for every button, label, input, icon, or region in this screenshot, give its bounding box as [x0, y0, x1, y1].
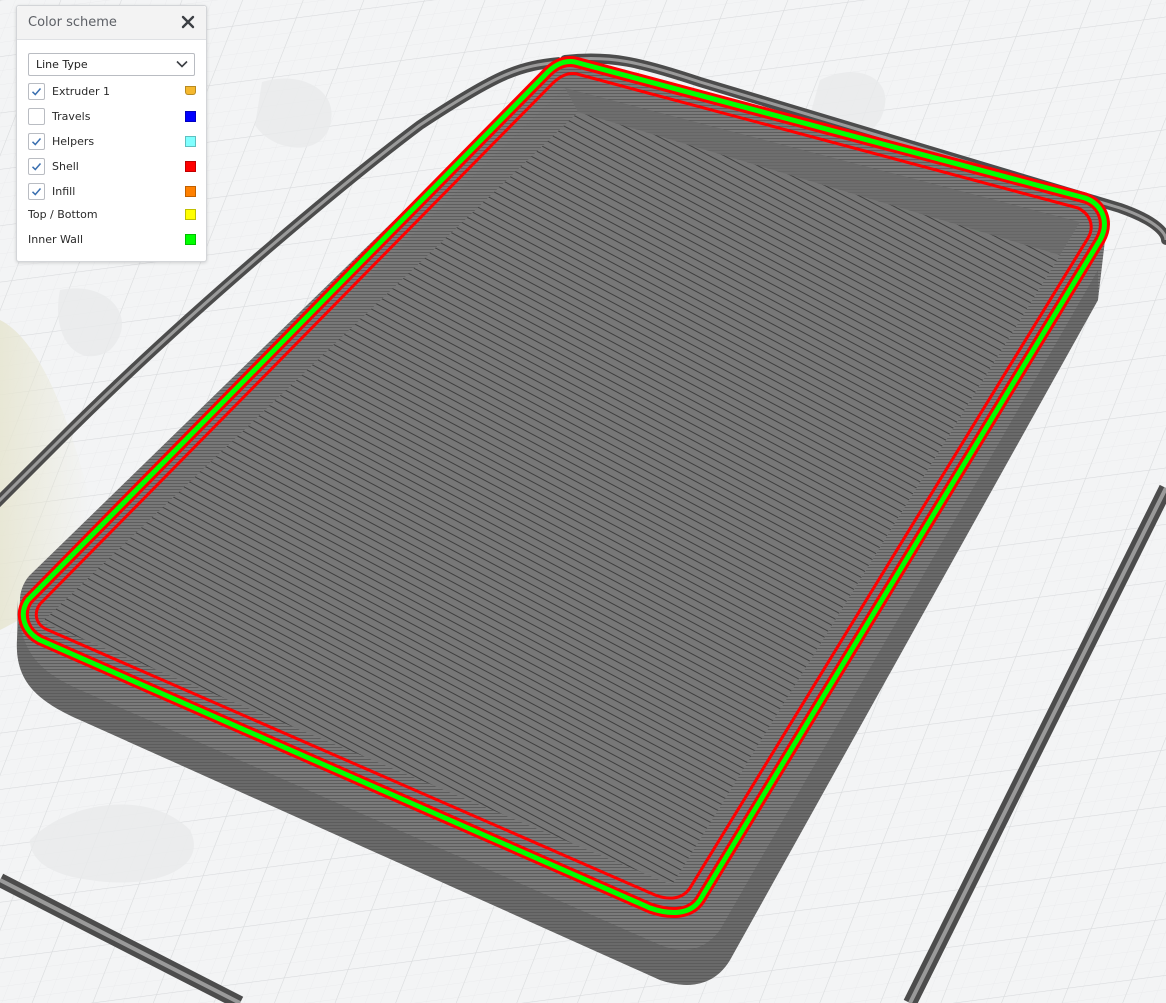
color-swatch-inner-wall	[185, 234, 196, 245]
legend-row-travels[interactable]: Travels	[28, 107, 196, 127]
legend-row-infill[interactable]: Infill	[28, 182, 196, 202]
close-button[interactable]	[178, 12, 198, 32]
panel-header: Color scheme	[17, 6, 206, 40]
checkbox-extruder-1[interactable]	[28, 83, 45, 100]
legend-label: Inner Wall	[28, 233, 83, 246]
legend-label: Helpers	[52, 135, 95, 148]
color-swatch-shell	[185, 161, 196, 172]
checkbox-shell[interactable]	[28, 158, 45, 175]
checkmark-icon	[31, 188, 42, 196]
checkbox-travels[interactable]	[28, 108, 45, 125]
panel-title: Color scheme	[28, 15, 117, 30]
legend-label: Top / Bottom	[28, 208, 98, 221]
legend-row-inner-wall: Inner Wall	[28, 230, 196, 250]
color-swatch-extruder-1	[185, 86, 196, 95]
checkmark-icon	[31, 88, 42, 96]
view-mode-dropdown[interactable]: Line Type	[28, 53, 195, 76]
color-swatch-travels	[185, 111, 196, 122]
color-swatch-top-bottom	[185, 209, 196, 220]
legend-label: Travels	[52, 110, 91, 123]
view-mode-value: Line Type	[36, 58, 88, 71]
legend-row-shell[interactable]: Shell	[28, 157, 196, 177]
legend-row-extruder-1[interactable]: Extruder 1	[28, 82, 196, 102]
color-scheme-panel: Color scheme Line Type Extruder 1 Travels…	[16, 5, 207, 262]
legend-row-helpers[interactable]: Helpers	[28, 132, 196, 152]
legend-label: Shell	[52, 160, 79, 173]
checkmark-icon	[31, 163, 42, 171]
legend-label: Infill	[52, 185, 76, 198]
checkmark-icon	[31, 138, 42, 146]
legend-row-top-bottom: Top / Bottom	[28, 205, 196, 225]
legend-label: Extruder 1	[52, 85, 111, 98]
chevron-down-icon	[176, 60, 188, 68]
color-swatch-helpers	[185, 136, 196, 147]
checkbox-helpers[interactable]	[28, 133, 45, 150]
close-icon	[181, 15, 195, 29]
checkbox-infill[interactable]	[28, 183, 45, 200]
color-swatch-infill	[185, 186, 196, 197]
